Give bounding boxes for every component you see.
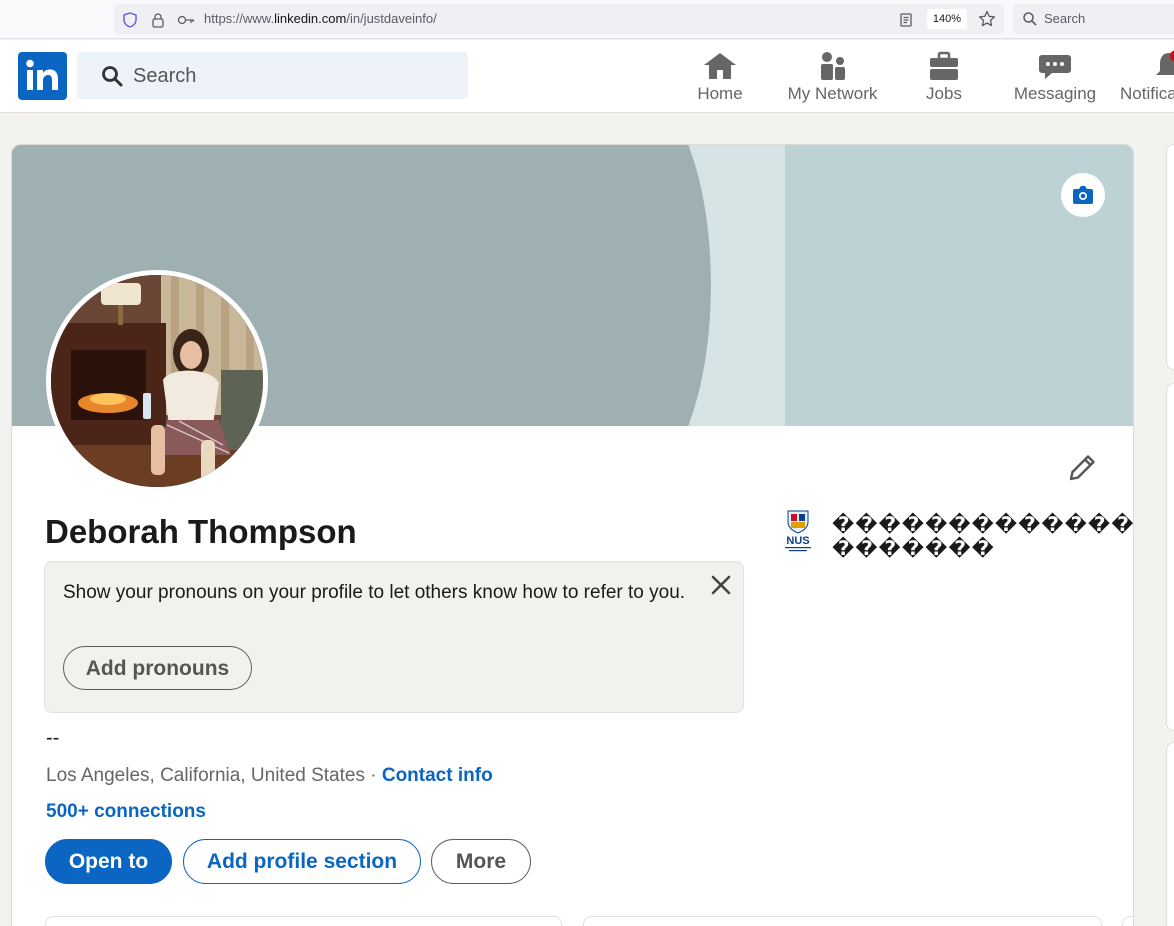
nav-notifications[interactable]: Notifica [1118,48,1174,108]
profile-location: Los Angeles, California, United States [46,765,365,786]
search-icon [102,66,123,87]
side-card [1166,144,1174,370]
shield-icon[interactable] [122,12,138,28]
home-icon [704,53,736,79]
url-prefix: https://www. [204,11,275,26]
profile-photo[interactable] [46,270,268,492]
connections-link[interactable]: 500+ connections [46,801,206,823]
nav-jobs[interactable]: Jobs [904,48,984,108]
browser-toolbar: https://www.linkedin.com/in/justdaveinfo… [0,0,1174,39]
pronouns-prompt-text: Show your pronouns on your profile to le… [63,582,686,603]
profile-name: Deborah Thompson [45,513,357,550]
address-bar[interactable]: https://www.linkedin.com/in/justdaveinfo… [114,4,1004,34]
nav-home-label: Home [697,84,743,103]
edit-cover-button[interactable] [1061,173,1105,217]
side-card [1166,383,1174,731]
location-separator: · [364,765,382,786]
global-search-input[interactable]: Search [77,52,468,99]
url-path: /in/justdaveinfo/ [346,11,437,26]
profile-photo-image [51,275,263,487]
edit-intro-button[interactable] [1064,450,1100,486]
profile-card: Deborah Thompson NUS �������������� ����… [11,144,1134,926]
nav-messaging-label: Messaging [1013,84,1097,103]
profile-location-line: Los Angeles, California, United States ·… [46,765,493,787]
search-icon [1023,12,1037,26]
linkedin-logo-icon [26,59,58,90]
chat-icon [1039,55,1071,79]
nav-jobs-label: Jobs [926,84,962,103]
reader-view-icon[interactable] [898,12,914,28]
nav-messaging[interactable]: Messaging [1010,48,1100,108]
briefcase-icon [930,51,958,80]
nav-my-network-label: My Network [787,84,878,103]
nus-logo-text: NUS [786,535,809,547]
bookmark-star-icon[interactable] [978,10,996,28]
key-icon[interactable] [177,12,195,28]
profile-headline: -- [46,727,60,749]
url-domain: linkedin.com [274,11,347,26]
education-name-line2: ������� [832,536,995,560]
contact-info-link[interactable]: Contact info [382,765,493,786]
browser-search-box[interactable]: Search [1013,4,1174,34]
network-icon [820,52,845,80]
education-school-name: �������������� ������� [832,512,1134,560]
pencil-icon [1069,455,1095,481]
url-text[interactable]: https://www.linkedin.com/in/justdaveinfo… [204,11,437,26]
linkedin-logo[interactable] [18,52,67,100]
add-profile-section-button[interactable]: Add profile section [183,839,421,884]
extra-card [1122,916,1133,926]
close-icon [711,575,731,595]
camera-icon [1073,186,1093,204]
search-placeholder: Search [133,65,197,87]
nav-notifications-label: Notifica [1120,84,1174,103]
add-pronouns-button[interactable]: Add pronouns [63,646,252,690]
side-card [1166,742,1174,926]
providing-services-card [583,916,1102,926]
pronouns-prompt: Show your pronouns on your profile to le… [44,561,744,713]
open-to-button[interactable]: Open to [45,839,172,884]
zoom-level[interactable]: 140% [927,9,967,29]
more-actions-button[interactable]: More [431,839,531,884]
open-to-work-card [45,916,562,926]
bell-icon [1156,50,1174,75]
linkedin-header: Search Home My Network Jobs Messaging No… [0,40,1174,113]
dismiss-pronouns-button[interactable] [708,572,734,598]
nav-home[interactable]: Home [680,48,760,108]
lock-icon[interactable] [150,12,166,28]
browser-search-placeholder: Search [1044,11,1086,26]
nus-logo: NUS [785,510,811,552]
nav-my-network[interactable]: My Network [780,48,885,108]
education-name-line1: �������������� [832,512,1134,536]
